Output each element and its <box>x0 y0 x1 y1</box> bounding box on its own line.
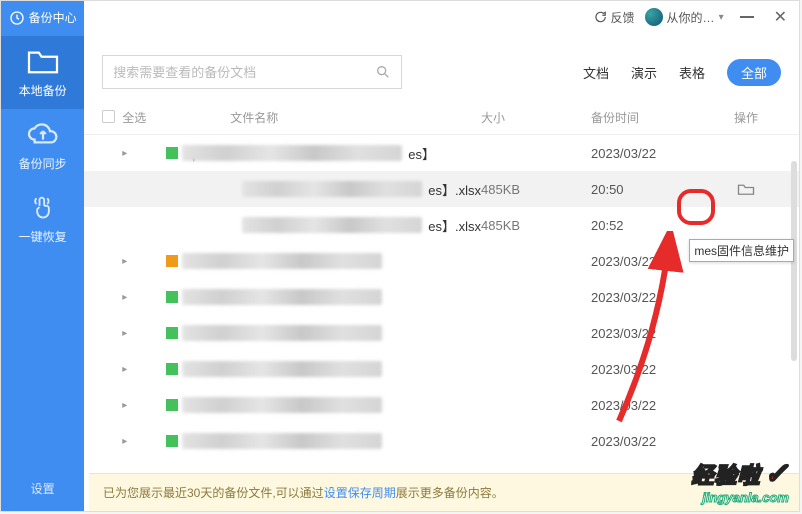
titlebar: 反馈 从你的… ▾ ✕ <box>84 1 799 33</box>
sidebar-item-backup-sync[interactable]: 备份同步 <box>1 109 84 182</box>
app-window: 备份中心 本地备份 备份同步 一键恢复 设置 <box>0 0 800 512</box>
table-row[interactable]: ▸ 2023/03/22 <box>84 279 799 315</box>
user-menu[interactable]: 从你的… ▾ <box>645 8 724 26</box>
file-list: ▸es】2023/03/22es】.xlsx485KB20:50es】.xlsx… <box>84 135 799 459</box>
open-folder-button[interactable] <box>735 180 757 198</box>
sidebar-item-label: 一键恢复 <box>19 228 67 245</box>
file-name <box>182 253 481 269</box>
folder-icon <box>25 46 61 76</box>
footer-pre: 已为您展示最近30天的备份文件,可以通过 <box>103 484 324 501</box>
cloud-upload-icon <box>25 119 61 149</box>
file-icon <box>166 435 178 447</box>
toolbar: 文档 演示 表格 全部 <box>84 33 799 101</box>
file-name <box>182 325 481 341</box>
app-title-bar: 备份中心 <box>1 1 84 36</box>
backup-time: 20:50 <box>591 182 711 197</box>
file-icon <box>166 327 178 339</box>
search-icon <box>375 64 391 80</box>
table-row[interactable]: ▸ 2023/03/22 <box>84 351 799 387</box>
file-name <box>182 397 481 413</box>
table-row[interactable]: ▸ 2023/03/22 <box>84 423 799 459</box>
file-icon <box>166 363 178 375</box>
file-size: 485KB <box>481 218 591 233</box>
footer-link[interactable]: 设置保存周期 <box>324 484 396 501</box>
col-op: 操作 <box>711 109 781 126</box>
file-name <box>182 289 481 305</box>
sidebar: 备份中心 本地备份 备份同步 一键恢复 设置 <box>1 1 84 511</box>
filter-doc[interactable]: 文档 <box>583 63 609 82</box>
sidebar-settings[interactable]: 设置 <box>1 480 84 511</box>
select-all-checkbox[interactable] <box>102 110 115 123</box>
sidebar-item-local-backup[interactable]: 本地备份 <box>1 36 84 109</box>
table-row[interactable]: ▸ es】 2023/03/22 <box>84 135 799 171</box>
footer-post: 展示更多备份内容。 <box>396 484 504 501</box>
backup-time: 20:52 <box>591 218 711 233</box>
col-selectall[interactable]: 全选 <box>122 109 162 126</box>
file-size: 485KB <box>481 182 591 197</box>
avatar <box>645 8 663 26</box>
close-icon: ✕ <box>774 7 787 27</box>
table-row[interactable]: ▸ 2023/03/22 <box>84 387 799 423</box>
minimize-icon <box>740 16 754 18</box>
main-panel: 反馈 从你的… ▾ ✕ 文档 演示 表格 全部 <box>84 1 799 511</box>
backup-time: 2023/03/22 <box>591 362 711 377</box>
file-icon <box>166 147 178 159</box>
expand-triangle-icon[interactable]: ▸ <box>122 148 127 159</box>
table-row[interactable]: es】.xlsx485KB20:52 <box>84 207 799 243</box>
sidebar-item-restore[interactable]: 一键恢复 <box>1 182 84 255</box>
backup-time: 2023/03/22 <box>591 326 711 341</box>
file-icon <box>166 255 178 267</box>
filter-tabs: 文档 演示 表格 全部 <box>583 59 781 86</box>
footer-notice: 已为您展示最近30天的备份文件,可以通过 设置保存周期 展示更多备份内容。 <box>89 473 799 511</box>
tap-icon <box>25 192 61 222</box>
chevron-down-icon: ▾ <box>719 12 724 23</box>
filter-ppt[interactable]: 演示 <box>631 63 657 82</box>
close-button[interactable]: ✕ <box>770 7 791 27</box>
app-logo-icon <box>9 10 25 26</box>
sidebar-item-label: 本地备份 <box>19 82 67 99</box>
table-row[interactable]: es】.xlsx485KB20:50 <box>84 171 799 207</box>
col-name: 文件名称 <box>162 109 481 126</box>
backup-time: 2023/03/22 <box>591 398 711 413</box>
file-name: es】 <box>182 144 481 163</box>
filter-all[interactable]: 全部 <box>727 59 781 86</box>
column-headers: 全选 文件名称 大小 备份时间 操作 <box>84 101 799 135</box>
file-icon <box>166 399 178 411</box>
expand-triangle-icon[interactable]: ▸ <box>122 328 127 339</box>
table-row[interactable]: ▸ 2023/03/22 <box>84 315 799 351</box>
file-name <box>182 361 481 377</box>
expand-triangle-icon[interactable]: ▸ <box>122 256 127 267</box>
search-input[interactable] <box>113 65 375 80</box>
feedback-label: 反馈 <box>611 9 635 26</box>
expand-triangle-icon[interactable]: ▸ <box>122 436 127 447</box>
col-time: 备份时间 <box>591 109 711 126</box>
expand-triangle-icon[interactable]: ▸ <box>122 292 127 303</box>
file-name <box>182 433 481 449</box>
file-name: es】.xlsx <box>182 216 481 235</box>
col-size: 大小 <box>481 109 591 126</box>
app-title: 备份中心 <box>29 9 77 26</box>
file-icon <box>166 291 178 303</box>
file-name: es】.xlsx <box>182 180 481 199</box>
chat-icon <box>593 10 607 24</box>
expand-triangle-icon[interactable]: ▸ <box>122 364 127 375</box>
sidebar-item-label: 备份同步 <box>19 155 67 172</box>
filter-sheet[interactable]: 表格 <box>679 63 705 82</box>
backup-time: 2023/03/22 <box>591 146 711 161</box>
minimize-button[interactable] <box>734 16 760 18</box>
open-folder-tooltip: mes固件信息维护 <box>689 239 794 262</box>
expand-triangle-icon[interactable]: ▸ <box>122 400 127 411</box>
username: 从你的… <box>667 9 715 26</box>
backup-time: 2023/03/22 <box>591 434 711 449</box>
search-box[interactable] <box>102 55 402 89</box>
backup-time: 2023/03/22 <box>591 290 711 305</box>
feedback-button[interactable]: 反馈 <box>593 9 635 26</box>
